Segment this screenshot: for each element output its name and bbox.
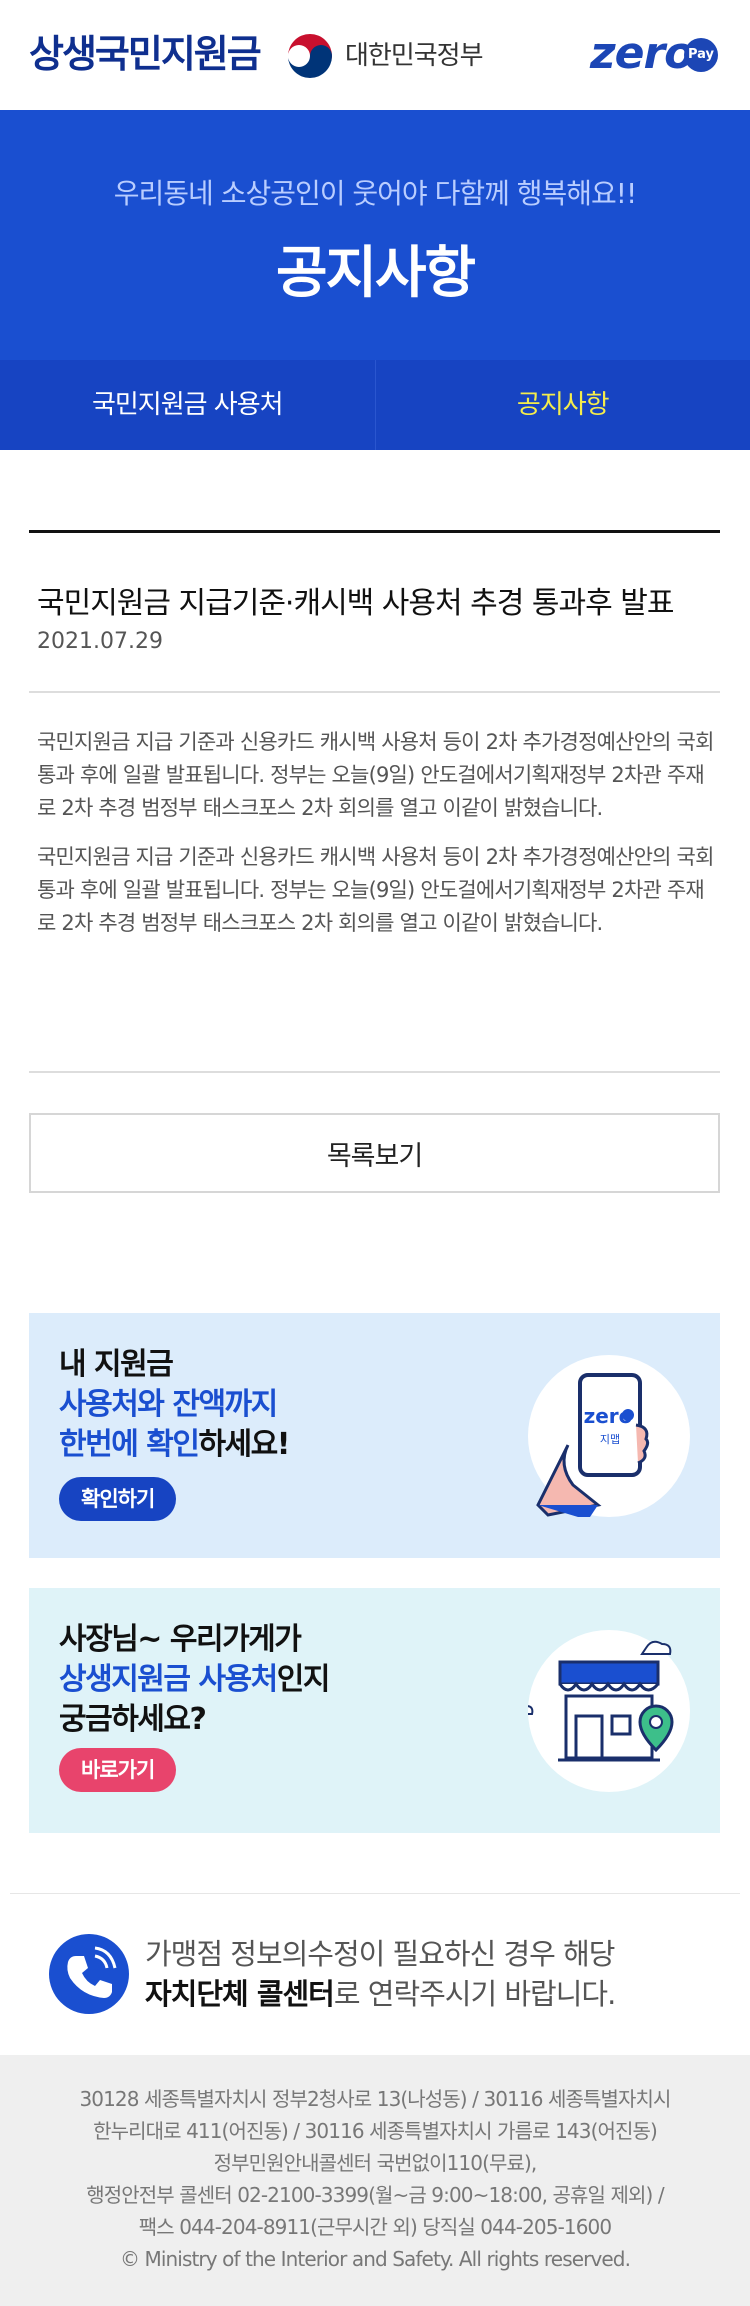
footer-contact: 팩스 044-204-8911(근무시간 외) 당직실 044-205-1600 <box>138 2215 612 2239</box>
footer-address: 30128 세종특별자치시 정부2청사로 13(나성동) / 30116 세종특… <box>79 2087 671 2111</box>
banner-line: 사장님~ 우리가게가 <box>59 1622 302 1657</box>
government-name: 대한민국정부 <box>345 41 484 71</box>
notice-paragraph: 국민지원금 지급 기준과 신용카드 캐시백 사용처 등이 2차 추가경정예산안의… <box>37 845 714 935</box>
phone-icon <box>49 1934 129 2014</box>
call-center-line: 가맹점 정보의수정이 필요하신 경우 해당 <box>145 1937 615 1971</box>
footer-copyright: © Ministry of the Interior and Safety. A… <box>119 2247 631 2271</box>
call-center-highlight: 자치단체 콜센터 <box>145 1977 335 2011</box>
banner-text: 내 지원금 사용처와 잔액까지 한번에 확인하세요! <box>59 1345 290 1465</box>
site-header: 상생국민지원금 대한민국정부 zero Pay <box>0 0 750 110</box>
footer-contact: 행정안전부 콜센터 02-2100-3399(월~금 9:00~18:00, 공… <box>86 2183 664 2207</box>
notice-title: 국민지원금 지급기준·캐시백 사용처 추경 통과후 발표 <box>37 586 674 621</box>
banner-line-highlight: 상생지원금 사용처 <box>59 1662 278 1697</box>
notice-body: 국민지원금 지급 기준과 신용카드 캐시백 사용처 등이 2차 추가경정예산안의… <box>37 726 715 956</box>
store-check-banner[interactable]: 사장님~ 우리가게가 상생지원금 사용처인지 궁금하세요? 바로가기 <box>29 1588 720 1833</box>
go-button[interactable]: 바로가기 <box>59 1748 177 1792</box>
banner-line-highlight: 한번에 확인 <box>59 1427 200 1462</box>
banner-text: 사장님~ 우리가게가 상생지원금 사용처인지 궁금하세요? <box>59 1620 331 1740</box>
phone-sub-text: 지맵 <box>600 1433 620 1446</box>
footer-address: 한누리대로 411(어진동) / 30116 세종특별자치시 가름로 143(어… <box>93 2119 658 2143</box>
notice-bottom-divider <box>29 1071 720 1073</box>
zero-pay-logo[interactable]: zero <box>590 30 694 78</box>
banner-line-highlight: 사용처와 잔액까지 <box>59 1387 278 1422</box>
banner-line: 내 지원금 <box>59 1347 174 1382</box>
site-title-logo[interactable]: 상생국민지원금 <box>29 28 262 80</box>
hero-subtitle: 우리동네 소상공인이 웃어야 다함께 행복해요!! <box>113 177 638 210</box>
store-icon <box>528 1630 690 1792</box>
government-emblem-icon <box>286 32 334 80</box>
check-button[interactable]: 확인하기 <box>59 1477 177 1521</box>
tab-bar: 국민지원금 사용처 공지사항 <box>0 360 750 450</box>
notice-paragraph: 국민지원금 지급 기준과 신용카드 캐시백 사용처 등이 2차 추가경정예산안의… <box>37 730 714 820</box>
banner-line: 인지 <box>276 1662 331 1697</box>
tab-usage-locations[interactable]: 국민지원금 사용처 <box>0 360 375 450</box>
call-center-line: 로 연락주시기 바랍니다. <box>333 1977 616 2011</box>
zero-pay-badge: Pay <box>684 38 718 72</box>
list-view-button[interactable]: 목록보기 <box>29 1113 720 1193</box>
notice-divider <box>29 691 720 693</box>
banner-line: 궁금하세요? <box>59 1702 207 1737</box>
call-center-notice: 가맹점 정보의수정이 필요하신 경우 해당 자치단체 콜센터로 연락주시기 바랍… <box>145 1934 616 2014</box>
hero-banner: 우리동네 소상공인이 웃어야 다함께 행복해요!! 공지사항 <box>0 110 750 360</box>
site-footer: 30128 세종특별자치시 정부2청사로 13(나성동) / 30116 세종특… <box>0 2055 750 2306</box>
balance-check-banner[interactable]: 내 지원금 사용처와 잔액까지 한번에 확인하세요! 확인하기 zero 지맵 <box>29 1313 720 1558</box>
page-title: 공지사항 <box>275 241 476 306</box>
notice-date: 2021.07.29 <box>37 629 163 654</box>
notice-top-divider <box>29 530 720 533</box>
banner-line: 하세요! <box>198 1427 290 1462</box>
section-divider <box>10 1893 740 1894</box>
footer-contact: 정부민원안내콜센터 국번없이110(무료), <box>213 2151 538 2175</box>
tab-notice[interactable]: 공지사항 <box>374 360 750 450</box>
phone-hand-icon: zero 지맵 <box>528 1355 690 1517</box>
